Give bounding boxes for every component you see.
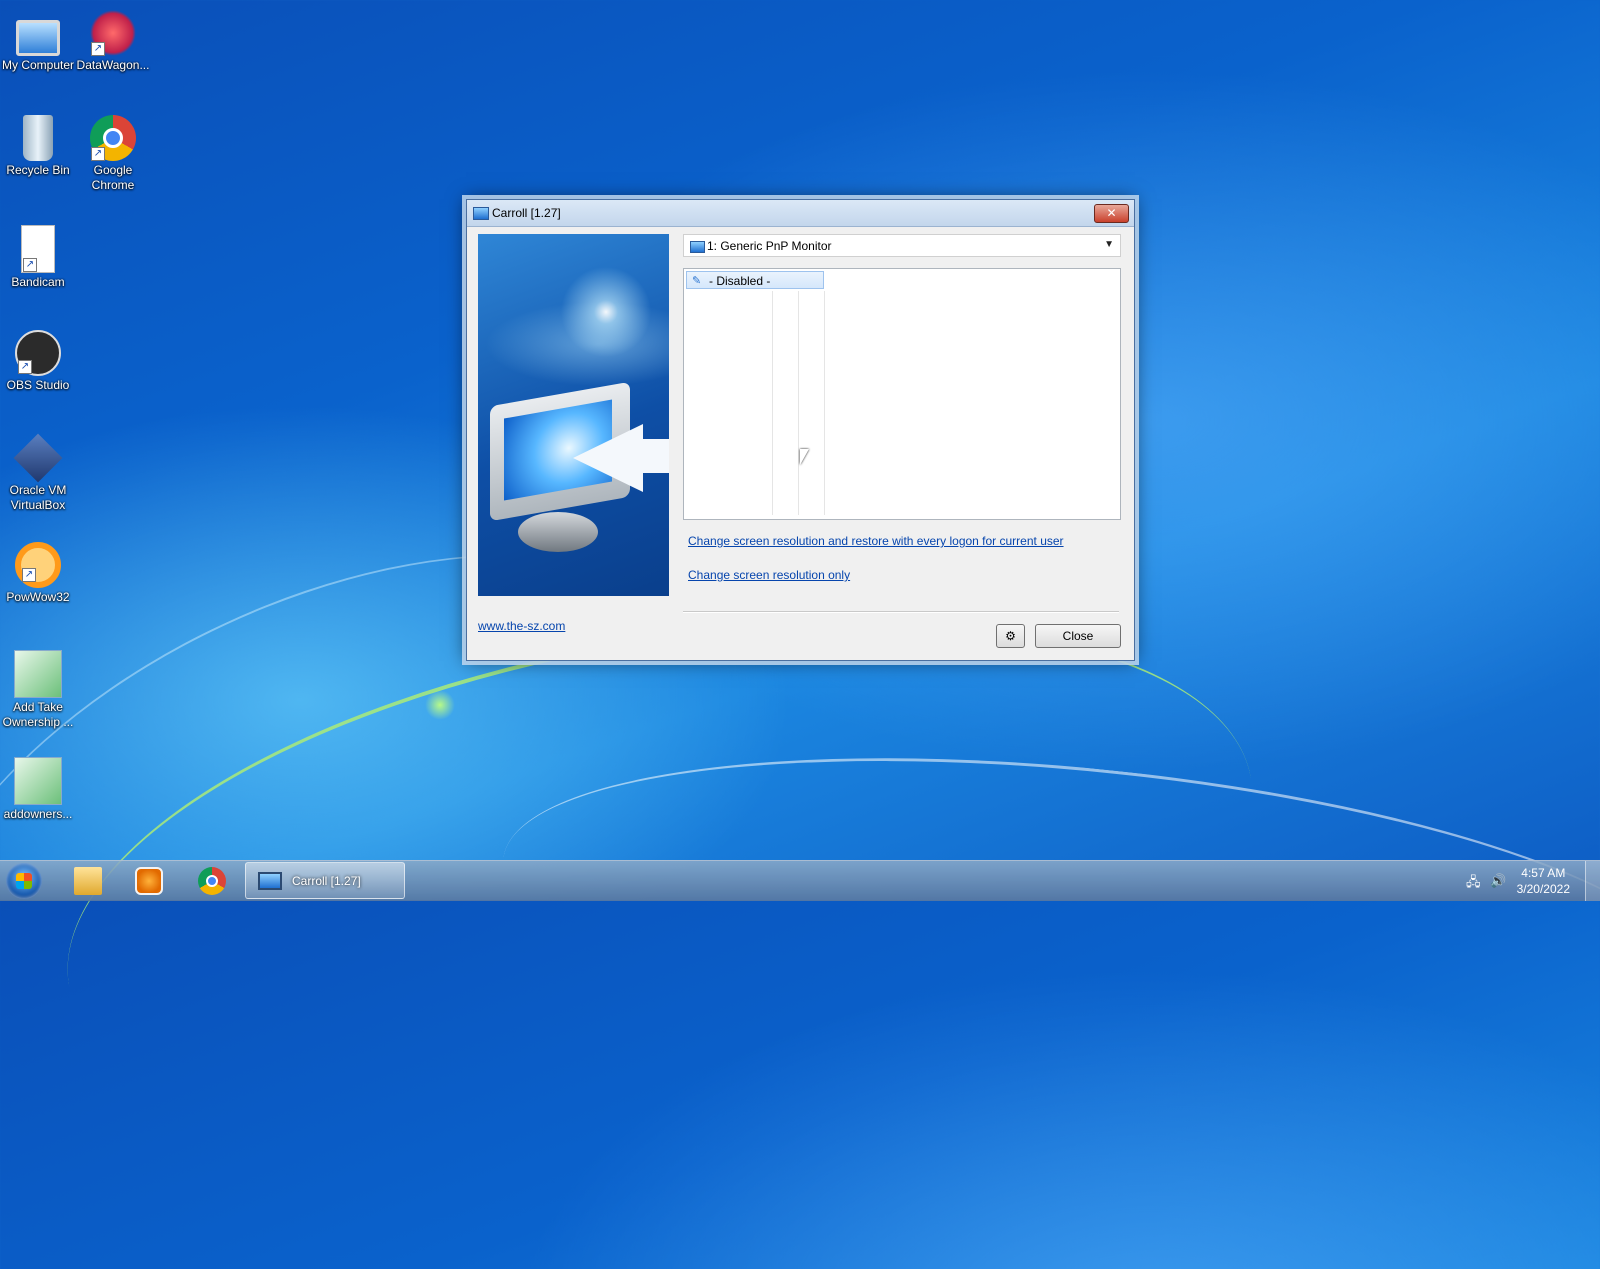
window-title: Carroll [1.27]	[492, 206, 561, 220]
resolution-list[interactable]: ✎ - Disabled -	[683, 268, 1121, 520]
desktop-icon-label: OBS Studio	[6, 378, 70, 392]
clock-time: 4:57 AM	[1521, 866, 1566, 880]
desktop-icon-my-computer[interactable]: My Computer	[0, 12, 76, 73]
system-clock[interactable]: 4:57 AM 3/20/2022	[1517, 865, 1570, 897]
pencil-icon: ✎	[692, 275, 702, 287]
banner-arrow	[573, 424, 643, 492]
windows-logo-icon	[16, 873, 32, 889]
clock-date: 3/20/2022	[1516, 882, 1570, 896]
registry-icon	[14, 650, 62, 698]
desktop-icon-label: addowners...	[3, 807, 73, 821]
desktop-icon-datawagon[interactable]: ↗ DataWagon...	[75, 10, 151, 73]
divider	[683, 611, 1119, 613]
list-column-divider	[798, 291, 799, 515]
banner-monitor-stand	[518, 512, 598, 552]
show-desktop-button[interactable]	[1585, 861, 1600, 901]
settings-button[interactable]: ⚙	[996, 624, 1025, 648]
registry-icon	[14, 757, 62, 805]
desktop-icon-add-take-ownership[interactable]: Add Take Ownership ...	[0, 650, 76, 730]
volume-icon[interactable]: 🔊	[1490, 873, 1506, 889]
desktop-icon-label: Bandicam	[11, 275, 65, 289]
monitor-icon	[690, 241, 705, 253]
desktop-icon-addowners[interactable]: addowners...	[0, 757, 76, 822]
explorer-taskbar-icon[interactable]	[74, 867, 102, 895]
taskbar: Carroll [1.27] 🖧 🔊 4:57 AM 3/20/2022	[0, 860, 1600, 901]
desktop-icon-recycle-bin[interactable]: Recycle Bin	[0, 115, 76, 178]
media-player-taskbar-icon[interactable]	[135, 867, 163, 895]
computer-icon	[16, 20, 60, 56]
website-link[interactable]: www.the-sz.com	[478, 619, 565, 633]
document-icon: ↗	[21, 225, 55, 273]
desktop-icon-label: My Computer	[1, 58, 75, 72]
mouse-cursor-icon	[800, 449, 809, 465]
list-column-divider	[824, 291, 825, 515]
desktop-icon-label: PowWow32	[6, 590, 70, 604]
monitor-select[interactable]: 1: Generic PnP Monitor ▼	[683, 234, 1121, 257]
taskbar-item-label: Carroll [1.27]	[292, 874, 361, 888]
change-resolution-only-link[interactable]: Change screen resolution only	[688, 568, 850, 582]
banner-arrow-tail	[636, 439, 669, 473]
list-item-label: - Disabled -	[709, 274, 771, 288]
taskbar-item-carroll[interactable]: Carroll [1.27]	[245, 862, 405, 899]
monitor-select-value: 1: Generic PnP Monitor	[707, 239, 832, 253]
monitor-icon	[473, 207, 489, 220]
desktop-icon-google-chrome[interactable]: ↗ Google Chrome	[75, 115, 151, 193]
chrome-taskbar-icon[interactable]	[198, 867, 226, 895]
desktop-icon-label: Google Chrome	[91, 163, 135, 192]
monitor-icon	[258, 872, 282, 890]
banner-image	[478, 234, 669, 596]
recycle-bin-icon	[23, 115, 53, 161]
desktop-icon-label: Add Take Ownership ...	[2, 700, 74, 729]
desktop-icon-bandicam[interactable]: ↗ Bandicam	[0, 225, 76, 290]
chevron-down-icon[interactable]: ▼	[1104, 239, 1114, 250]
network-icon[interactable]: 🖧	[1466, 873, 1481, 895]
window-titlebar[interactable]: Carroll [1.27] ✕	[467, 200, 1134, 227]
desktop-icon-virtualbox[interactable]: Oracle VM VirtualBox	[0, 433, 76, 513]
start-button[interactable]	[6, 863, 42, 899]
wrench-icon: ⚙	[1005, 629, 1016, 643]
list-item[interactable]: ✎ - Disabled -	[686, 271, 824, 289]
desktop-icon-label: DataWagon...	[76, 58, 150, 72]
desktop-icon-obs-studio[interactable]: ↗ OBS Studio	[0, 330, 76, 393]
carroll-window: Carroll [1.27] ✕ 1: Generic PnP Monitor …	[466, 199, 1135, 661]
desktop-icon-label: Recycle Bin	[6, 163, 70, 177]
list-column-divider	[772, 291, 773, 515]
chrome-icon: ↗	[90, 115, 136, 161]
window-close-button[interactable]: ✕	[1094, 204, 1129, 223]
desktop-icon-powwow32[interactable]: ↗ PowWow32	[0, 542, 76, 605]
close-button[interactable]: Close	[1035, 624, 1121, 648]
obs-icon: ↗	[15, 330, 61, 376]
desktop-icon-label: Oracle VM VirtualBox	[9, 483, 67, 512]
spiral-icon: ↗	[15, 542, 61, 588]
datawagon-icon: ↗	[90, 10, 136, 56]
change-resolution-restore-link[interactable]: Change screen resolution and restore wit…	[688, 534, 1064, 548]
virtualbox-icon	[13, 433, 63, 483]
